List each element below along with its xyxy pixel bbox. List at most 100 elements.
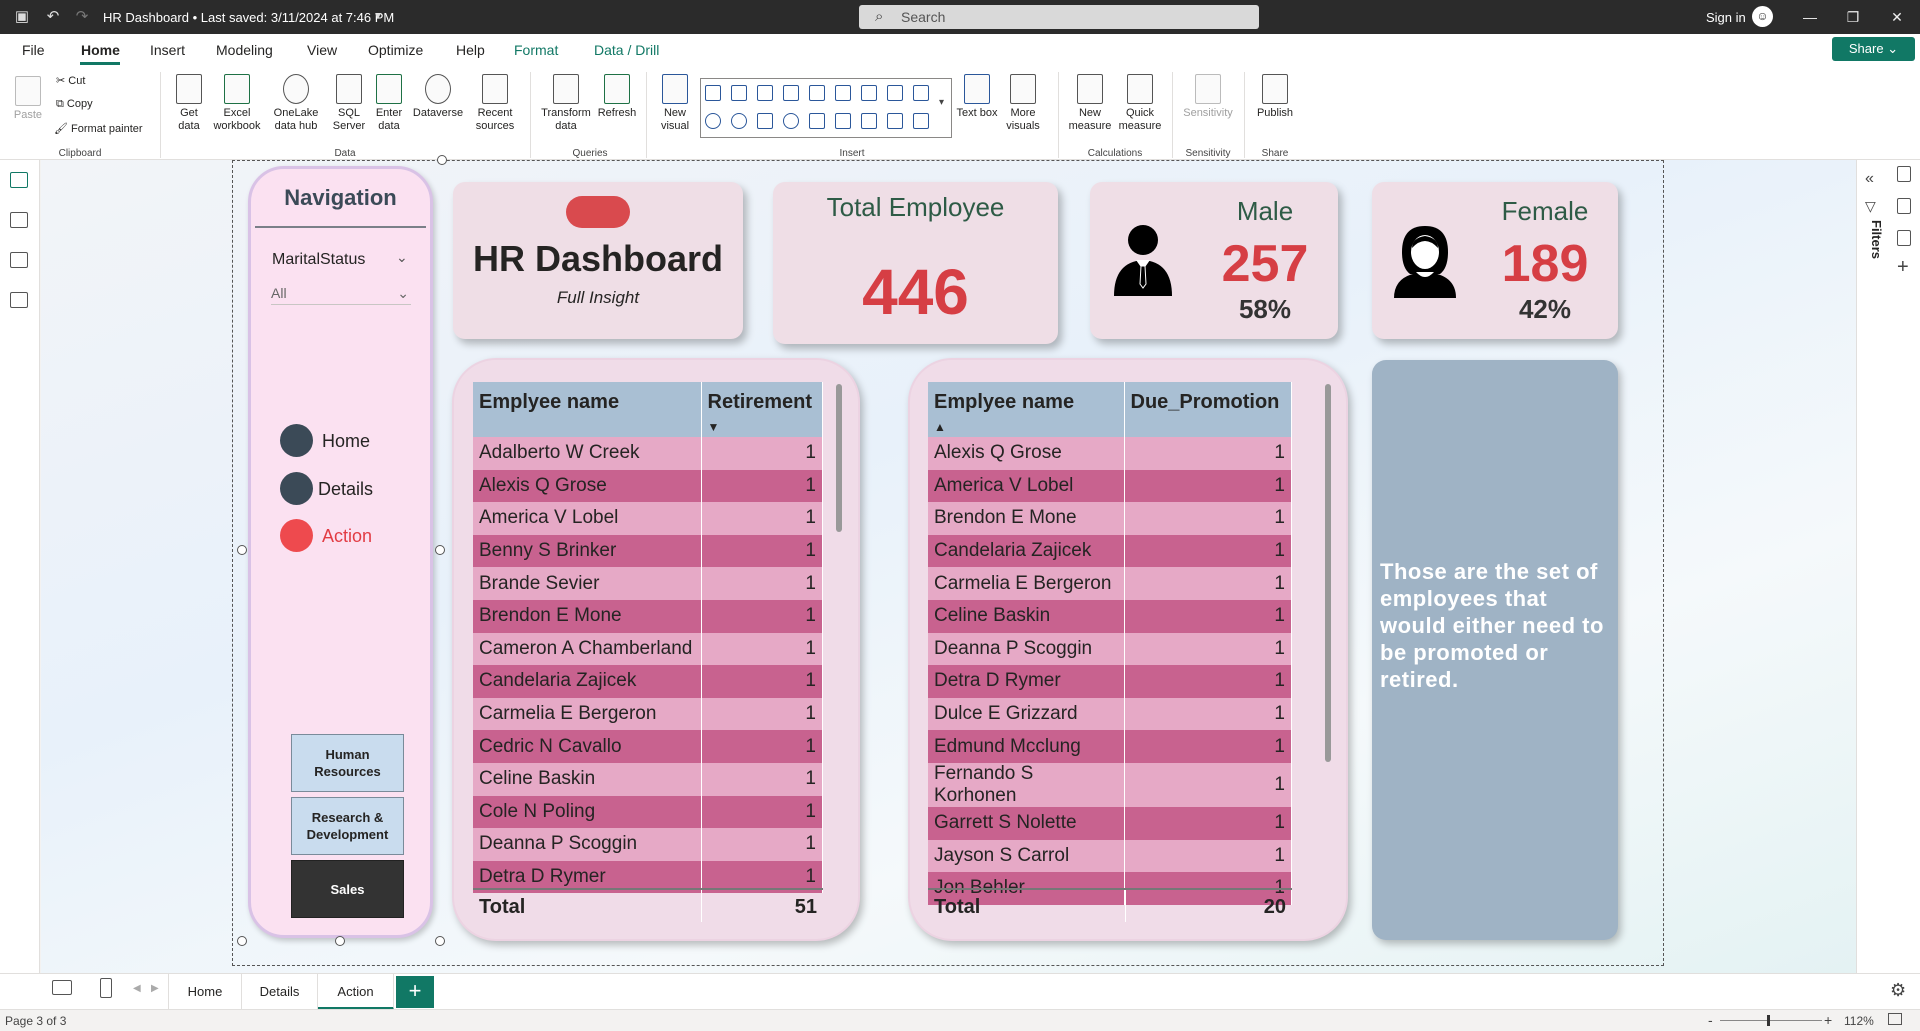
- table-row[interactable]: Carmelia E Bergeron 1: [473, 697, 823, 731]
- table-row[interactable]: Alexis Q Grose 1: [473, 469, 823, 503]
- fit-to-page-icon[interactable]: [1888, 1013, 1902, 1025]
- close-icon[interactable]: ✕: [1882, 6, 1912, 28]
- report-view-icon[interactable]: [10, 172, 28, 188]
- ribbon-chart-icon[interactable]: [835, 85, 851, 101]
- filters-pane-label[interactable]: Filters: [1869, 220, 1884, 259]
- tab-details[interactable]: Details: [242, 974, 318, 1010]
- resize-handle[interactable]: [237, 545, 247, 555]
- gallery-expand-icon[interactable]: ▾: [939, 97, 944, 108]
- table-visual-icon[interactable]: [913, 113, 929, 129]
- share-button[interactable]: Share ⌄: [1832, 37, 1915, 61]
- table-row[interactable]: Edmund Mcclung 1: [928, 730, 1292, 763]
- more-visuals-button[interactable]: More visuals: [1000, 74, 1046, 133]
- nav-action-link[interactable]: Action: [322, 526, 372, 547]
- publish-button[interactable]: Publish: [1250, 74, 1300, 120]
- nav-details-link[interactable]: Details: [318, 479, 373, 500]
- dept-research-development-button[interactable]: Research & Development: [291, 797, 404, 855]
- visualizations-icon[interactable]: [1897, 198, 1911, 214]
- menu-optimize[interactable]: Optimize: [368, 42, 423, 58]
- tab-home[interactable]: Home: [168, 974, 242, 1010]
- new-measure-button[interactable]: New measure: [1064, 74, 1116, 133]
- column-chart-icon[interactable]: [731, 85, 747, 101]
- collapse-icon[interactable]: «: [1865, 170, 1874, 188]
- chevron-down-icon[interactable]: ▼: [368, 7, 388, 27]
- table-view-icon[interactable]: [10, 212, 28, 228]
- sign-in-link[interactable]: Sign in: [1706, 10, 1746, 25]
- map-icon[interactable]: [783, 113, 799, 129]
- column-header-employee-name[interactable]: Emplyee name ▲: [928, 382, 1125, 437]
- action-nav-dot[interactable]: [280, 519, 313, 552]
- zoom-slider-thumb[interactable]: [1767, 1015, 1770, 1026]
- new-visual-button[interactable]: New visual: [652, 74, 698, 133]
- zoom-slider-track[interactable]: [1720, 1020, 1822, 1021]
- stacked-bar-icon[interactable]: [705, 85, 721, 101]
- desktop-layout-icon[interactable]: [52, 980, 72, 995]
- table-row[interactable]: Cole N Poling 1: [473, 795, 823, 829]
- copy-button[interactable]: ⧉ Copy: [56, 98, 93, 111]
- table-row[interactable]: Celine Baskin 1: [473, 762, 823, 796]
- stacked-column-icon[interactable]: [809, 85, 825, 101]
- dept-human-resources-button[interactable]: Human Resources: [291, 734, 404, 792]
- quick-measure-button[interactable]: Quick measure: [1114, 74, 1166, 133]
- menu-help[interactable]: Help: [456, 42, 485, 58]
- dax-view-icon[interactable]: [10, 292, 28, 308]
- refresh-button[interactable]: Refresh: [594, 74, 640, 120]
- treemap-icon[interactable]: [757, 113, 773, 129]
- resize-handle[interactable]: [435, 936, 445, 946]
- column-header-employee-name[interactable]: Emplyee name: [473, 382, 702, 437]
- promotion-scrollbar[interactable]: [1325, 384, 1331, 762]
- table-row[interactable]: Carmelia E Bergeron 1: [928, 567, 1292, 600]
- card-icon[interactable]: [835, 113, 851, 129]
- model-view-icon[interactable]: [10, 252, 28, 268]
- table-row[interactable]: Detra D Rymer 1: [928, 665, 1292, 698]
- onelake-button[interactable]: OneLake data hub: [268, 74, 324, 133]
- text-box-button[interactable]: Text box: [956, 74, 998, 120]
- marital-status-dropdown[interactable]: All ⌄: [271, 281, 411, 305]
- redo-icon[interactable]: ↷: [72, 7, 92, 27]
- table-row[interactable]: Candelaria Zajicek 1: [473, 665, 823, 698]
- gauge-icon[interactable]: [809, 113, 825, 129]
- table-row[interactable]: America V Lobel 1: [473, 502, 823, 535]
- table-row[interactable]: Benny S Brinker 1: [473, 534, 823, 568]
- zoom-in-icon[interactable]: +: [1824, 1012, 1832, 1028]
- clustered-bar-icon[interactable]: [757, 85, 773, 101]
- minimize-icon[interactable]: —: [1795, 6, 1825, 28]
- format-pane-icon[interactable]: [1897, 230, 1911, 246]
- tab-action[interactable]: Action: [318, 974, 394, 1010]
- table-row[interactable]: Jayson S Carrol 1: [928, 839, 1292, 873]
- area-chart-icon[interactable]: [887, 85, 903, 101]
- avatar-icon[interactable]: ☺: [1752, 6, 1773, 27]
- restore-icon[interactable]: ❐: [1838, 6, 1868, 28]
- table-row[interactable]: Brande Sevier 1: [473, 567, 823, 600]
- nav-home-link[interactable]: Home: [322, 431, 370, 452]
- visual-gallery[interactable]: ▾: [700, 78, 952, 138]
- menu-insert[interactable]: Insert: [150, 42, 185, 58]
- column-header-due-promotion[interactable]: Due_Promotion: [1124, 382, 1292, 437]
- prev-page-icon[interactable]: ◀: [133, 983, 141, 994]
- menu-file[interactable]: File: [22, 42, 45, 58]
- clustered-column-icon[interactable]: [783, 85, 799, 101]
- table-row[interactable]: Deanna P Scoggin 1: [473, 828, 823, 861]
- menu-data-drill[interactable]: Data / Drill: [594, 42, 659, 58]
- filter-icon[interactable]: ▽: [1865, 198, 1876, 215]
- add-pane-icon[interactable]: +: [1897, 256, 1909, 279]
- resize-handle[interactable]: [237, 936, 247, 946]
- table-row[interactable]: Brendon E Mone 1: [473, 599, 823, 633]
- resize-handle[interactable]: [437, 155, 447, 165]
- add-page-button[interactable]: +: [396, 976, 434, 1008]
- home-nav-dot[interactable]: [280, 424, 313, 457]
- table-row[interactable]: Brendon E Mone 1: [928, 502, 1292, 535]
- settings-gear-icon[interactable]: ⚙: [1890, 980, 1906, 1001]
- menu-home[interactable]: Home: [81, 42, 120, 58]
- table-row[interactable]: Cedric N Cavallo 1: [473, 730, 823, 763]
- save-icon[interactable]: ▣: [12, 7, 32, 27]
- next-page-icon[interactable]: ▶: [151, 983, 159, 994]
- enter-data-button[interactable]: Enter data: [372, 74, 406, 133]
- sort-ascending-icon[interactable]: ▲: [934, 420, 946, 434]
- excel-button[interactable]: Excel workbook: [210, 74, 264, 133]
- sort-descending-icon[interactable]: ▼: [708, 420, 720, 434]
- kpi-icon[interactable]: [861, 113, 877, 129]
- menu-format[interactable]: Format: [514, 42, 558, 58]
- table-row[interactable]: Deanna P Scoggin 1: [928, 632, 1292, 666]
- table-row[interactable]: Garrett S Nolette 1: [928, 806, 1292, 840]
